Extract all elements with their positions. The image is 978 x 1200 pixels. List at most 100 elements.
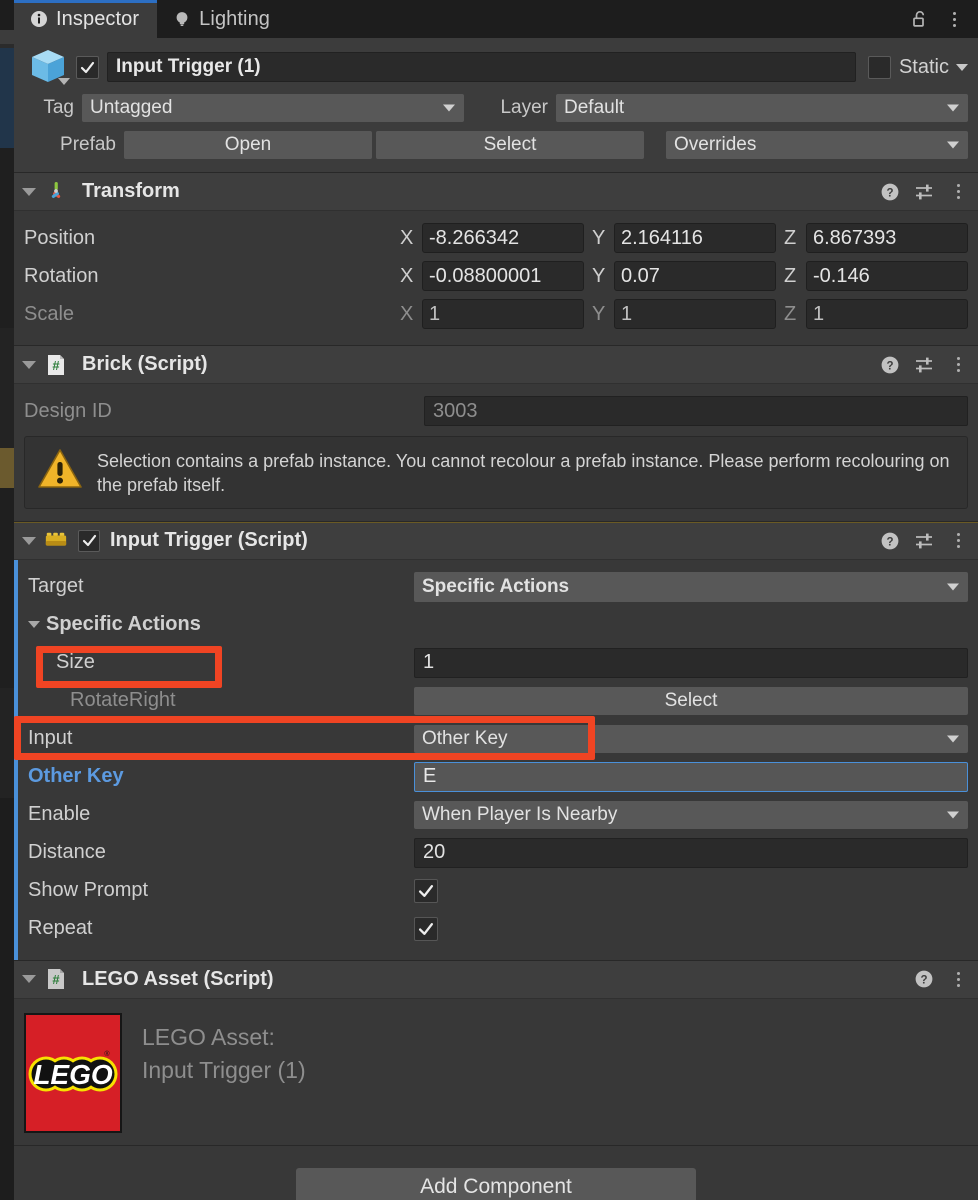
preset-settings-icon[interactable] [914, 354, 934, 376]
chevron-down-icon [947, 811, 959, 819]
target-row: Target Specific Actions [28, 568, 968, 606]
info-icon [30, 10, 48, 28]
collapse-triangle-icon[interactable] [22, 536, 36, 545]
cube-dropdown-caret-icon[interactable] [58, 78, 70, 85]
component-transform: Transform ? Position X -8.266342 Y 2.164… [14, 172, 978, 345]
brick-title: Brick (Script) [82, 353, 208, 375]
chevron-down-icon [443, 104, 455, 112]
distance-row: Distance 20 [28, 834, 968, 872]
scale-label: Scale [24, 302, 75, 325]
svg-text:?: ? [920, 974, 927, 986]
preset-settings-icon[interactable] [914, 181, 934, 203]
position-z-axis-label: Z [784, 226, 797, 249]
scale-z-input[interactable]: 1 [806, 299, 968, 329]
transform-position-row: Position X -8.266342 Y 2.164116 Z 6.8673… [24, 219, 968, 257]
input-trigger-header[interactable]: Input Trigger (Script) ? [14, 521, 978, 560]
repeat-label: Repeat [28, 917, 93, 940]
kebab-menu-icon[interactable] [948, 354, 968, 376]
lego-asset-caption-line1: LEGO Asset: [142, 1023, 275, 1050]
collapse-triangle-icon[interactable] [22, 360, 36, 369]
tab-bar: Inspector Lighting [14, 0, 978, 38]
static-label: Static [898, 55, 949, 78]
svg-text:?: ? [886, 536, 893, 548]
transform-title: Transform [82, 180, 180, 202]
lego-logo-thumbnail[interactable]: LEGO ® [24, 1012, 122, 1133]
gameobject-name-row: Input Trigger (1) Static [24, 46, 968, 88]
gameobject-enabled-checkbox[interactable] [76, 55, 99, 79]
scale-y-axis-label: Y [592, 302, 606, 325]
input-trigger-header-actions: ? [880, 530, 968, 552]
component-brick-script: # Brick (Script) ? Design ID 3003 Select… [14, 345, 978, 521]
csharp-script-icon: # [44, 353, 68, 377]
size-input[interactable]: 1 [414, 647, 968, 678]
tab-lighting-label: Lighting [199, 7, 271, 30]
position-z-input[interactable]: 6.867393 [806, 223, 968, 253]
kebab-menu-icon[interactable] [948, 181, 968, 203]
svg-text:#: # [52, 972, 60, 987]
help-icon[interactable]: ? [914, 968, 934, 990]
preset-settings-icon[interactable] [914, 530, 934, 552]
size-row: Size 1 [28, 644, 968, 682]
position-x-axis-label: X [400, 226, 414, 249]
help-icon[interactable]: ? [880, 181, 900, 203]
position-x-input[interactable]: -8.266342 [422, 223, 584, 253]
collapse-triangle-icon[interactable] [28, 621, 40, 629]
static-checkbox[interactable] [867, 55, 891, 79]
layer-value: Default [564, 97, 625, 118]
layer-dropdown[interactable]: Default [556, 94, 968, 122]
enable-dropdown[interactable]: When Player Is Nearby [414, 800, 968, 829]
other-key-value: E [423, 765, 437, 788]
lego-asset-body: LEGO ® LEGO Asset: Input Trigger (1) [14, 999, 978, 1145]
input-dropdown[interactable]: Other Key [414, 724, 968, 753]
lego-asset-caption: LEGO Asset: Input Trigger (1) [142, 1013, 306, 1088]
unlocked-padlock-icon[interactable] [910, 8, 930, 30]
kebab-menu-icon[interactable] [948, 968, 968, 990]
gameobject-name-input[interactable]: Input Trigger (1) [107, 52, 856, 82]
rotation-x-input[interactable]: -0.08800001 [422, 261, 584, 291]
component-accent-bar [14, 559, 18, 960]
input-row: Input Other Key [28, 720, 968, 758]
other-key-label: Other Key [28, 765, 124, 788]
target-dropdown[interactable]: Specific Actions [414, 571, 968, 602]
distance-input[interactable]: 20 [414, 837, 968, 868]
chevron-down-icon [947, 104, 959, 112]
svg-text:LEGO: LEGO [33, 1059, 113, 1090]
position-y-input[interactable]: 2.164116 [614, 223, 776, 253]
collapse-triangle-icon[interactable] [22, 187, 36, 196]
tab-inspector[interactable]: Inspector [14, 0, 158, 38]
kebab-menu-icon[interactable] [944, 8, 964, 30]
lego-asset-header[interactable]: # LEGO Asset (Script) ? [14, 960, 978, 999]
rotation-label: Rotation [24, 264, 99, 287]
prefab-open-button[interactable]: Open [124, 131, 372, 159]
transform-gizmo-icon [44, 180, 68, 204]
design-id-label: Design ID [24, 399, 112, 422]
collapse-triangle-icon[interactable] [22, 975, 36, 984]
add-component-button[interactable]: Add Component [296, 1167, 696, 1200]
rotation-z-input[interactable]: -0.146 [806, 261, 968, 291]
position-label: Position [24, 226, 96, 249]
tag-dropdown[interactable]: Untagged [82, 94, 464, 122]
repeat-checkbox[interactable] [414, 916, 438, 941]
csharp-script-icon: # [44, 967, 68, 991]
static-dropdown-caret-icon[interactable] [956, 63, 968, 71]
prefab-warning-text: Selection contains a prefab instance. Yo… [97, 451, 950, 496]
specific-actions-foldout-row[interactable]: Specific Actions [28, 606, 968, 644]
prefab-select-button[interactable]: Select [376, 131, 644, 159]
transform-header[interactable]: Transform ? [14, 173, 978, 211]
show-prompt-checkbox[interactable] [414, 878, 438, 903]
scale-y-input[interactable]: 1 [614, 299, 776, 329]
kebab-menu-icon[interactable] [948, 530, 968, 552]
show-prompt-label: Show Prompt [28, 879, 149, 902]
prefab-overrides-dropdown[interactable]: Overrides [666, 131, 968, 159]
input-trigger-enabled-checkbox[interactable] [78, 529, 100, 552]
scale-x-input[interactable]: 1 [422, 299, 584, 329]
array-element-select-button[interactable]: Select [414, 686, 968, 715]
other-key-dropdown[interactable]: E [414, 761, 968, 792]
brick-header[interactable]: # Brick (Script) ? [14, 346, 978, 384]
help-icon[interactable]: ? [880, 530, 900, 552]
help-icon[interactable]: ? [880, 354, 900, 376]
tab-lighting[interactable]: Lighting [157, 0, 288, 38]
rotation-y-input[interactable]: 0.07 [614, 261, 776, 291]
component-input-trigger: Input Trigger (Script) ? Target Specific… [14, 520, 978, 960]
transform-scale-row: Scale X 1 Y 1 Z 1 [24, 295, 968, 333]
